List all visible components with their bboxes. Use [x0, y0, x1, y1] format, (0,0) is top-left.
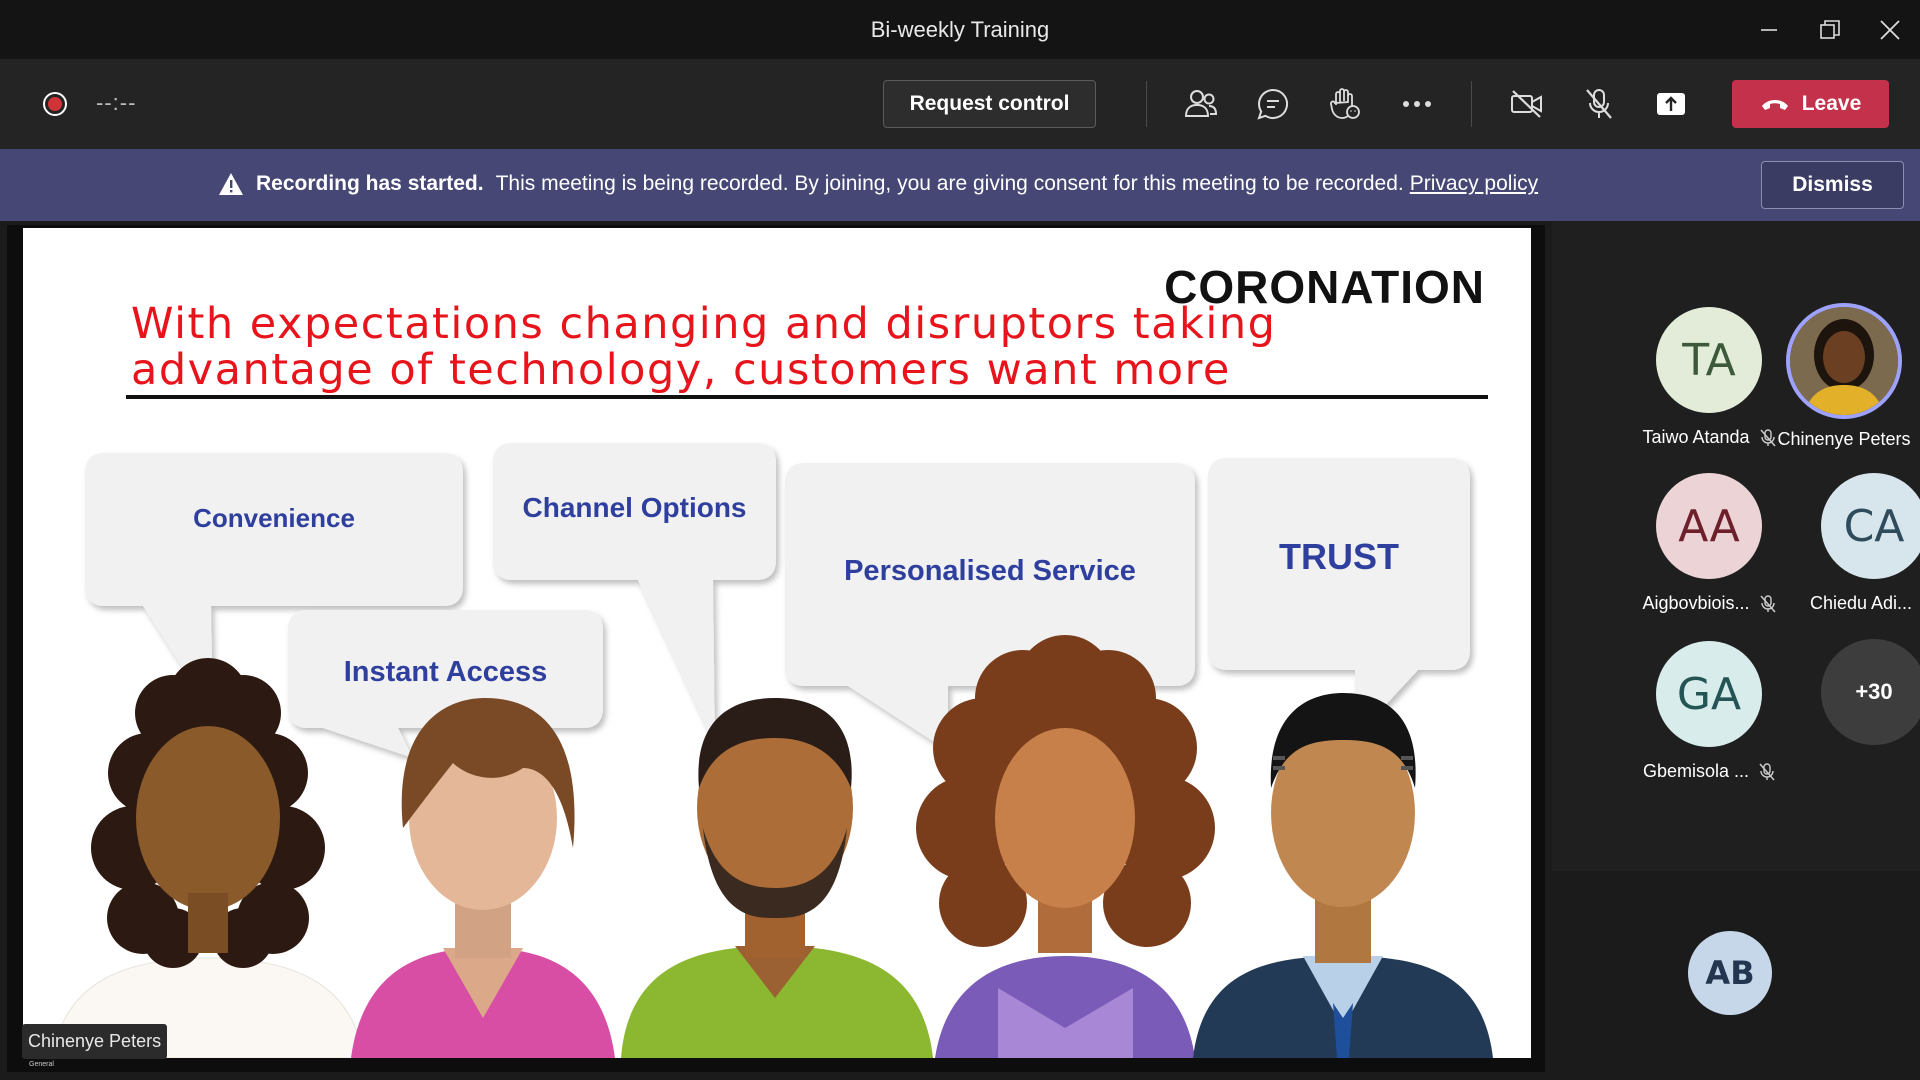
title-bar: Bi-weekly Training: [0, 0, 1920, 59]
camera-toggle-button[interactable]: [1507, 84, 1547, 124]
toolbar-divider: [1471, 81, 1472, 127]
participants-panel: TA Taiwo Atanda Chinenye Peters AA Aigbo…: [1552, 221, 1920, 871]
raise-hand-icon: [1330, 88, 1360, 119]
self-avatar: AB: [1688, 931, 1772, 1015]
participant-name: Chiedu Adi...: [1809, 593, 1913, 613]
trust-label: TRUST: [1279, 536, 1399, 577]
more-participants-button[interactable]: +30: [1784, 639, 1920, 745]
personalised-service-label: Personalised Service: [844, 555, 1136, 587]
window-title: Bi-weekly Training: [870, 17, 1050, 42]
avatar: GA: [1656, 641, 1762, 747]
meeting-timer: --:--: [96, 90, 137, 115]
recording-text: This meeting is being recorded. By joini…: [495, 172, 1404, 195]
mic-off-icon: [1759, 762, 1775, 780]
customer-figure-4: [916, 635, 1215, 1058]
request-control-button[interactable]: Request control: [883, 80, 1096, 128]
convenience-label: Convenience: [193, 503, 355, 533]
customers-illustration: [52, 443, 1493, 1058]
avatar: CA: [1821, 473, 1920, 579]
overflow-count: +30: [1821, 639, 1920, 745]
participant-tile[interactable]: GA Gbemisola ...: [1619, 641, 1799, 782]
person-photo-icon: [1790, 307, 1898, 415]
toolbar-divider: [1146, 81, 1147, 127]
participant-name: Aigbovbiois...: [1642, 593, 1750, 613]
participant-tile[interactable]: CA Chiedu Adi...: [1784, 473, 1920, 614]
recording-banner: Recording has started. This meeting is b…: [0, 149, 1920, 221]
close-icon: [1880, 19, 1900, 40]
shared-screen: CORONATION With expectations changing an…: [7, 225, 1545, 1072]
customer-figure-2: [351, 698, 615, 1058]
leave-button[interactable]: Leave: [1732, 80, 1889, 128]
recording-message: Recording has started. This meeting is b…: [218, 172, 1538, 196]
presenter-name-tag: Chinenye Peters: [22, 1024, 168, 1059]
presenter-sub-label: General: [29, 1061, 54, 1068]
mic-toggle-button[interactable]: [1579, 84, 1619, 124]
customer-figure-3: [621, 698, 933, 1058]
participant-name: Gbemisola ...: [1642, 761, 1750, 781]
privacy-policy-link[interactable]: Privacy policy: [1410, 172, 1538, 196]
customer-figure-5: [1193, 693, 1493, 1058]
participants-button[interactable]: [1181, 84, 1221, 124]
people-icon: [1184, 90, 1218, 117]
more-icon: [1403, 101, 1431, 107]
close-window-button[interactable]: [1854, 0, 1920, 59]
channel-options-label: Channel Options: [522, 492, 747, 523]
meeting-toolbar: --:-- Request control Leave: [0, 59, 1920, 149]
instant-access-label: Instant Access: [343, 656, 548, 688]
chat-icon: [1257, 88, 1289, 120]
camera-off-icon: [1511, 90, 1542, 118]
reactions-button[interactable]: [1325, 84, 1365, 124]
restore-icon: [1820, 19, 1840, 39]
participant-tile-speaking[interactable]: Chinenye Peters: [1724, 303, 1920, 450]
self-view: AB: [1552, 871, 1920, 1080]
dismiss-button[interactable]: Dismiss: [1761, 161, 1904, 209]
minimize-icon: [1761, 28, 1777, 31]
mic-off-icon: [1586, 89, 1612, 119]
recording-indicator-icon: [43, 92, 67, 116]
presentation-slide: CORONATION With expectations changing an…: [23, 228, 1531, 1058]
leave-label: Leave: [1801, 92, 1862, 115]
avatar: AA: [1656, 473, 1762, 579]
participant-name: Chinenye Peters: [1777, 429, 1911, 449]
share-content-button[interactable]: [1651, 84, 1691, 124]
participant-tile[interactable]: AA Aigbovbiois...: [1619, 473, 1799, 614]
mic-off-icon: [1759, 594, 1776, 612]
recording-title: Recording has started.: [256, 172, 484, 195]
more-actions-button[interactable]: [1397, 84, 1437, 124]
warning-icon: [219, 173, 243, 195]
share-icon: [1657, 93, 1685, 115]
phone-hangup-icon: [1761, 100, 1788, 110]
avatar-photo: [1786, 303, 1902, 419]
chat-button[interactable]: [1253, 84, 1293, 124]
